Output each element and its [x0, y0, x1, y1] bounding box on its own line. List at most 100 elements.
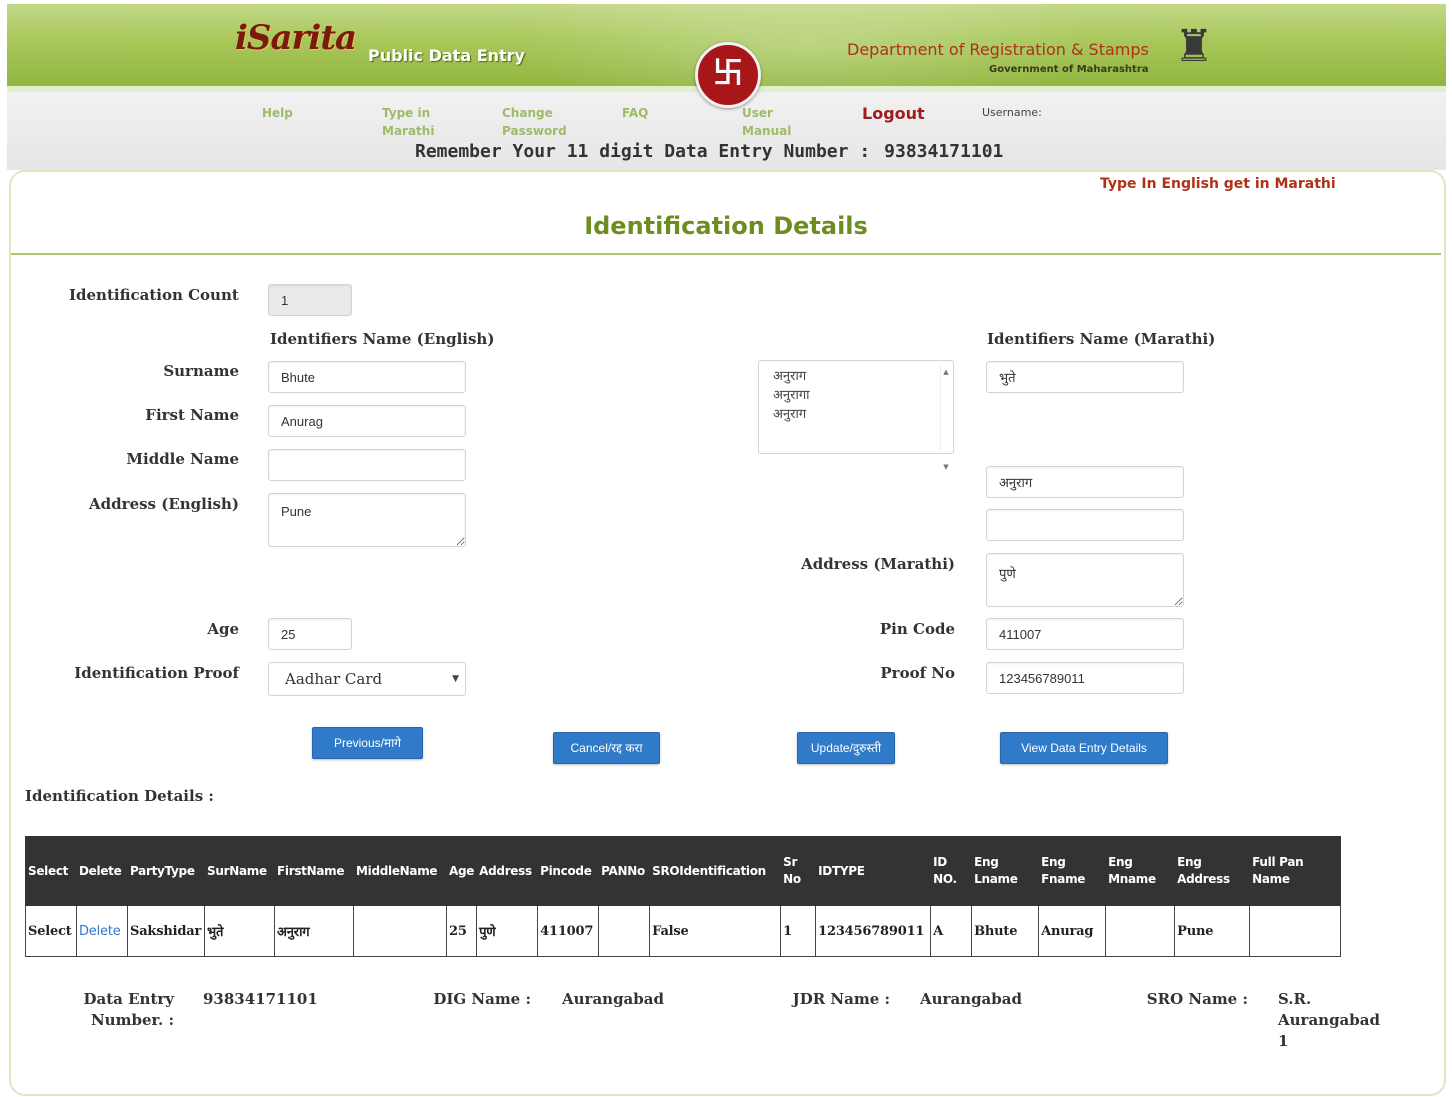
table-cell: 411007 — [537, 905, 600, 957]
address-english-label: Address (English) — [89, 495, 239, 513]
column-header: Eng Mname — [1105, 836, 1176, 906]
type-hint: Type In English get in Marathi — [1100, 176, 1336, 192]
column-header: FirstName — [274, 836, 354, 906]
table-cell: Anurag — [1038, 905, 1107, 957]
address-marathi-label: Address (Marathi) — [801, 555, 955, 573]
data-entry-number-label: Data Entry Number. : — [83, 990, 174, 1029]
surname-input[interactable] — [268, 361, 466, 393]
isarita-logo: iSarita — [235, 18, 357, 58]
identification-proof-select[interactable]: Aadhar Card ▼ — [268, 662, 466, 696]
igr-seal-icon: 卐 — [695, 42, 761, 108]
dropdown-arrow-icon: ▼ — [452, 674, 459, 684]
nav-help-link[interactable]: Help — [262, 104, 293, 122]
table-cell: Bhute — [971, 905, 1040, 957]
previous-button[interactable]: Previous/मागे — [312, 727, 423, 759]
table-cell: Sakshidar — [127, 905, 205, 957]
column-header: Full Pan Name — [1249, 836, 1342, 906]
column-header: MiddleName — [353, 836, 447, 906]
column-header: ID NO. — [930, 836, 973, 906]
table-cell: False — [649, 905, 782, 957]
reminder-number: 93834171101 — [884, 141, 1004, 162]
title-divider — [11, 253, 1441, 255]
logout-link[interactable]: Logout — [862, 104, 925, 123]
age-input[interactable] — [268, 618, 352, 650]
view-data-entry-details-button[interactable]: View Data Entry Details — [1000, 732, 1168, 764]
middle-name-input[interactable] — [268, 449, 466, 481]
dig-name-value: Aurangabad — [562, 990, 664, 1008]
proof-no-label: Proof No — [880, 664, 955, 682]
nav-faq-link[interactable]: FAQ — [622, 104, 648, 122]
column-header: SROIdentification — [649, 836, 782, 906]
marathi-name-heading: Identifiers Name (Marathi) — [987, 330, 1216, 348]
column-header: Age — [445, 836, 478, 906]
column-header: IDTYPE — [815, 836, 932, 906]
department-name: Department of Registration & Stamps — [847, 40, 1149, 59]
address-marathi-input[interactable]: पुणे — [986, 553, 1184, 607]
nav-user-manual-link[interactable]: User Manual — [742, 104, 802, 140]
data-entry-reminder: Remember Your 11 digit Data Entry Number… — [415, 141, 1003, 162]
jdr-name-value: Aurangabad — [920, 990, 1022, 1008]
english-name-heading: Identifiers Name (English) — [270, 330, 495, 348]
state-emblem-icon: ♜ — [1174, 21, 1214, 72]
table-cell: A — [930, 905, 973, 957]
suggestion-item[interactable]: अनुराग — [773, 367, 939, 386]
table-row: Select Delete Sakshidar भुते अनुराग 25 प… — [25, 905, 1342, 957]
government-name: Government of Maharashtra — [989, 64, 1149, 75]
first-name-input[interactable] — [268, 405, 466, 437]
nav-type-in-marathi-link[interactable]: Type in Marathi — [382, 104, 452, 140]
first-name-label: First Name — [145, 406, 239, 424]
table-cell: भुते — [204, 905, 275, 957]
marathi-first-name-input[interactable] — [986, 466, 1184, 498]
surname-label: Surname — [163, 362, 239, 380]
age-label: Age — [207, 620, 239, 638]
app-subtitle: Public Data Entry — [368, 46, 525, 65]
table-cell: पुणे — [476, 905, 539, 957]
column-header: PartyType — [127, 836, 205, 906]
column-header: Address — [476, 836, 539, 906]
suggestion-item[interactable]: अनुरागा — [773, 386, 939, 405]
column-header: Pincode — [537, 836, 600, 906]
table-cell — [353, 905, 447, 957]
sro-name-label: SRO Name : — [1146, 990, 1248, 1008]
sro-name-value: S.R. Aurangabad 1 — [1278, 990, 1380, 1050]
table-cell: Pune — [1174, 905, 1251, 957]
page-title: Identification Details — [584, 212, 868, 240]
identification-count-label: Identification Count — [69, 286, 239, 304]
dig-name-label: DIG Name : — [433, 990, 531, 1008]
update-button[interactable]: Update/दुरुस्ती — [797, 732, 895, 764]
identification-details-heading: Identification Details : — [25, 787, 214, 805]
identification-details-table: Select Delete PartyType SurName FirstNam… — [25, 836, 1342, 957]
suggestion-item[interactable]: अनुराग — [773, 405, 939, 424]
username-label: Username: — [982, 106, 1042, 119]
table-cell: 25 — [445, 905, 478, 957]
pin-code-label: Pin Code — [879, 620, 955, 638]
pin-code-input[interactable] — [986, 618, 1184, 650]
table-cell: 123456789011 — [815, 905, 932, 957]
data-entry-number-value: 93834171101 — [203, 990, 318, 1008]
marathi-suggestion-list[interactable]: अनुराग अनुरागा अनुराग ▲ ▼ — [758, 360, 954, 471]
select-link[interactable]: Select — [25, 905, 77, 957]
identification-proof-label: Identification Proof — [74, 664, 239, 682]
reminder-text: Remember Your 11 digit Data Entry Number… — [415, 141, 871, 162]
proof-no-input[interactable] — [986, 662, 1184, 694]
table-cell — [1105, 905, 1176, 957]
column-header: Select — [25, 836, 77, 906]
address-english-input[interactable]: Pune — [268, 493, 466, 547]
nav-change-password-link[interactable]: Change Password — [502, 104, 582, 140]
cancel-button[interactable]: Cancel/रद्द करा — [553, 732, 660, 764]
column-header: Eng Address — [1174, 836, 1251, 906]
marathi-surname-input[interactable] — [986, 361, 1184, 393]
column-header: Eng Fname — [1038, 836, 1107, 906]
table-cell: 1 — [780, 905, 817, 957]
table-cell: अनुराग — [274, 905, 354, 957]
table-cell — [598, 905, 651, 957]
column-header: PANNo — [598, 836, 651, 906]
identification-count-field — [268, 284, 352, 316]
marathi-middle-name-input[interactable] — [986, 509, 1184, 541]
column-header: Sr No — [780, 836, 817, 906]
delete-link[interactable]: Delete — [76, 905, 128, 957]
column-header: Delete — [76, 836, 128, 906]
identification-proof-value: Aadhar Card — [285, 670, 383, 688]
column-header: Eng Lname — [971, 836, 1040, 906]
suggestion-scrollbar[interactable]: ▲ ▼ — [940, 363, 951, 471]
